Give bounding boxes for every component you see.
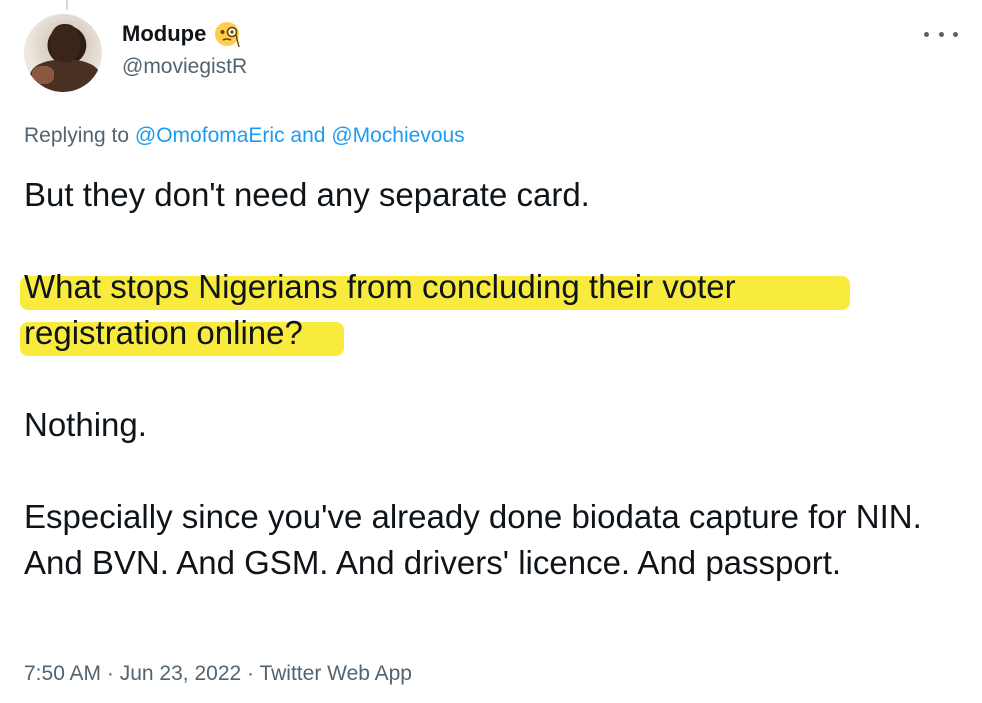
tweet-body: But they don't need any separate card. W… [20, 172, 954, 586]
more-options-icon[interactable] [924, 24, 958, 44]
meta-separator: · [101, 662, 120, 685]
tweet-highlight-line: registration online? [24, 314, 303, 351]
avatar-hand-shape [32, 66, 54, 84]
highlighted-passage: What stops Nigerians from concluding the… [20, 264, 850, 356]
more-dot [938, 31, 944, 37]
avatar-face-shape [50, 24, 80, 62]
tweet-paragraph: Especially since you've already done bio… [24, 498, 922, 581]
more-dot [953, 31, 958, 37]
tweet-highlight-line: What stops Nigerians from concluding the… [24, 268, 736, 305]
mention-omofomaeric-link[interactable]: @OmofomaEric [135, 124, 285, 147]
thread-connector-line [66, 0, 68, 10]
tweet-paragraph: Nothing. [24, 406, 147, 443]
tweet-source[interactable]: Twitter Web App [259, 662, 412, 685]
replying-prefix: Replying to [24, 124, 135, 147]
author-display-name[interactable]: Modupe [122, 21, 206, 47]
mention-mochievous-link[interactable]: @Mochievous [331, 124, 464, 147]
tweet-paragraph: But they don't need any separate card. [24, 176, 590, 213]
avatar[interactable] [24, 14, 102, 92]
author-name-row: Modupe [122, 20, 242, 48]
meta-separator: · [241, 662, 260, 685]
more-dot [924, 31, 929, 37]
replying-conjunction[interactable]: and [285, 124, 332, 147]
tweet-metadata: 7:50 AM · Jun 23, 2022 · Twitter Web App [24, 662, 412, 686]
face-with-monocle-icon [214, 20, 242, 48]
replying-to-line: Replying to @OmofomaEric and @Mochievous [24, 124, 465, 148]
tweet-date[interactable]: Jun 23, 2022 [120, 662, 241, 685]
tweet-time[interactable]: 7:50 AM [24, 662, 101, 685]
author-handle[interactable]: @moviegistR [122, 55, 247, 79]
